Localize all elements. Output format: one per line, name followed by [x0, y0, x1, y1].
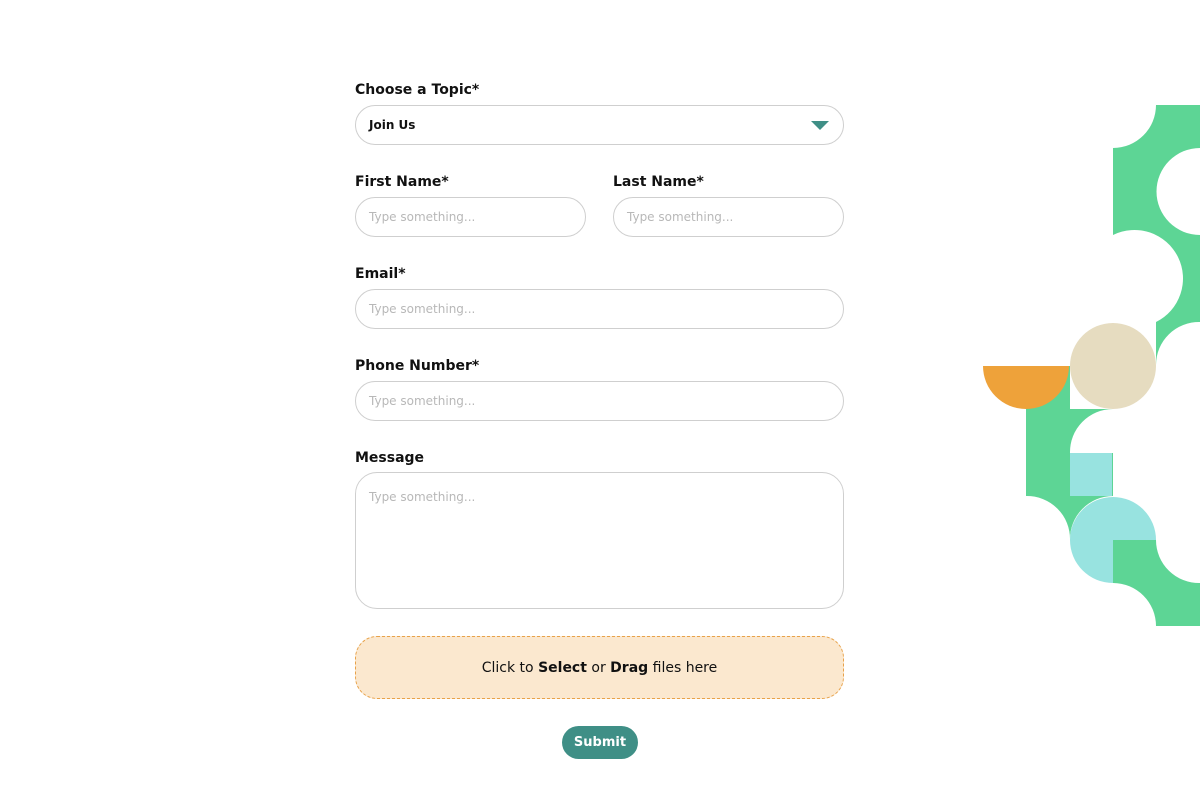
first-name-label: First Name*	[355, 174, 449, 190]
topic-select[interactable]: Join Us	[355, 105, 844, 145]
caret-down-icon	[811, 121, 829, 130]
file-dropzone[interactable]: Click to Select or Drag files here	[355, 636, 844, 699]
email-input[interactable]: Type something...	[355, 289, 844, 329]
last-name-input[interactable]: Type something...	[613, 197, 844, 237]
dropzone-select: Select	[538, 659, 587, 676]
email-label: Email*	[355, 266, 406, 282]
first-name-input[interactable]: Type something...	[355, 197, 586, 237]
deco-cyan-square	[1070, 453, 1112, 496]
decorative-pattern	[983, 105, 1200, 626]
dropzone-suffix: files here	[652, 659, 718, 676]
dropzone-middle: or	[591, 659, 606, 676]
phone-input[interactable]: Type something...	[355, 381, 844, 421]
submit-button[interactable]: Submit	[562, 726, 638, 759]
message-label: Message	[355, 450, 425, 466]
deco-green-lower	[1113, 540, 1200, 626]
phone-label: Phone Number*	[355, 358, 480, 374]
message-placeholder: Type something...	[369, 490, 476, 504]
last-name-placeholder: Type something...	[627, 210, 734, 224]
phone-placeholder: Type something...	[369, 394, 476, 408]
topic-select-value: Join Us	[369, 118, 416, 132]
message-textarea[interactable]: Type something...	[355, 472, 844, 609]
dropzone-drag: Drag	[610, 659, 649, 676]
deco-beige-circle	[1070, 323, 1156, 409]
last-name-label: Last Name*	[613, 174, 704, 190]
topic-label: Choose a Topic*	[355, 82, 480, 98]
dropzone-prefix: Click to	[481, 659, 534, 676]
first-name-placeholder: Type something...	[369, 210, 476, 224]
email-placeholder: Type something...	[369, 302, 476, 316]
